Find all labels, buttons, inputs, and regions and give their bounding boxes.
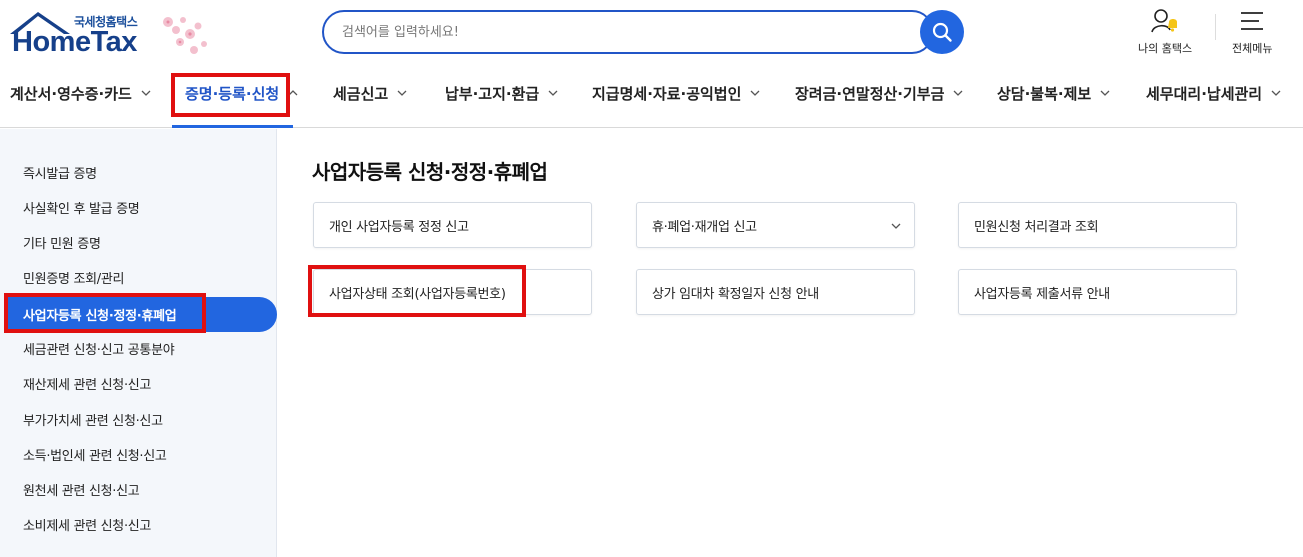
sidebar-item-label: 즉시발급 증명	[23, 167, 97, 182]
gnb-item-tax-filing[interactable]: 세금신고	[333, 70, 408, 116]
card-individual-registration-correction[interactable]: 개인 사업자등록 정정 신고	[313, 202, 592, 248]
gnb-item-label: 세무대리·납세관리	[1146, 84, 1263, 103]
sidebar-item-business-registration[interactable]: 사업자등록 신청·정정·휴폐업	[5, 297, 277, 332]
global-navigation: 계산서·영수증·카드 증명·등록·신청 세금신고 납부·고지·환급 지급명세·자…	[0, 70, 1303, 128]
sidebar-item-withholding-tax[interactable]: 원천세 관련 신청·신고	[0, 472, 277, 507]
gnb-item-invoice-receipt-card[interactable]: 계산서·영수증·카드	[10, 70, 152, 116]
gnb-item-payment-notice-refund[interactable]: 납부·고지·환급	[445, 70, 559, 116]
chevron-down-icon	[953, 90, 963, 96]
gnb-active-underline	[172, 125, 293, 128]
gnb-item-payment-statement-data[interactable]: 지급명세·자료·공익법인	[592, 70, 761, 116]
search-button[interactable]	[920, 10, 964, 54]
sidebar-item-label: 원천세 관련 신청·신고	[23, 484, 140, 499]
gnb-item-certificate-registration-application[interactable]: 증명·등록·신청	[185, 70, 299, 116]
chevron-down-icon	[548, 90, 558, 96]
card-suspension-closure-reopening[interactable]: 휴·폐업·재개업 신고	[636, 202, 915, 248]
my-hometax-button[interactable]: 나의 홈택스	[1138, 8, 1192, 56]
gnb-item-label: 세금신고	[333, 84, 389, 103]
sidebar-item-vat[interactable]: 부가가치세 관련 신청·신고	[0, 402, 277, 437]
sidebar-item-consumption-tax[interactable]: 소비제세 관련 신청·신고	[0, 507, 277, 542]
gnb-item-incentive-yearend-donation[interactable]: 장려금·연말정산·기부금	[795, 70, 964, 116]
card-label: 개인 사업자등록 정정 신고	[329, 219, 469, 235]
card-label: 사업자상태 조회(사업자등록번호)	[329, 286, 506, 302]
my-hometax-label: 나의 홈택스	[1138, 42, 1193, 55]
sidebar-item-certificate-lookup[interactable]: 민원증명 조회/관리	[0, 260, 277, 295]
card-business-status-lookup[interactable]: 사업자상태 조회(사업자등록번호)	[313, 269, 592, 315]
gnb-item-label: 상담·불복·제보	[997, 84, 1092, 103]
card-application-result-lookup[interactable]: 민원신청 처리결과 조회	[958, 202, 1237, 248]
gnb-item-label: 증명·등록·신청	[185, 84, 280, 103]
sidebar-item-property-tax[interactable]: 재산제세 관련 신청·신고	[0, 366, 277, 401]
sidebar-item-label: 사실확인 후 발급 증명	[23, 202, 140, 217]
header-divider	[1215, 14, 1216, 40]
chevron-down-icon	[397, 90, 407, 96]
search-input[interactable]	[342, 12, 902, 52]
sidebar-item-label: 재산제세 관련 신청·신고	[23, 378, 152, 393]
page-title: 사업자등록 신청·정정·휴폐업	[312, 160, 548, 184]
chevron-down-icon	[1271, 90, 1281, 96]
card-label: 사업자등록 제출서류 안내	[974, 286, 1110, 302]
search-icon	[932, 22, 952, 42]
sidebar-item-label: 부가가치세 관련 신청·신고	[23, 414, 163, 429]
gnb-item-consult-appeal-report[interactable]: 상담·불복·제보	[997, 70, 1111, 116]
gnb-item-tax-agent-management[interactable]: 세무대리·납세관리	[1146, 70, 1282, 116]
hometax-logo[interactable]: 국세청홈택스 HomeTax	[8, 8, 218, 62]
search-box	[322, 10, 934, 54]
gnb-item-label: 납부·고지·환급	[445, 84, 540, 103]
chevron-down-icon	[891, 223, 901, 229]
all-menu-button[interactable]: 전체메뉴	[1232, 8, 1272, 56]
chevron-down-icon	[141, 90, 151, 96]
gnb-item-label: 장려금·연말정산·기부금	[795, 84, 945, 103]
sidebar-item-label: 민원증명 조회/관리	[23, 272, 125, 287]
gnb-item-label: 지급명세·자료·공익법인	[592, 84, 742, 103]
user-bell-icon	[1151, 9, 1178, 33]
chevron-down-icon	[750, 90, 760, 96]
card-label: 휴·폐업·재개업 신고	[652, 219, 757, 235]
search-bar	[322, 10, 964, 54]
sidebar-item-tax-common[interactable]: 세금관련 신청·신고 공통분야	[0, 331, 277, 366]
sidebar-item-label: 사업자등록 신청·정정·휴폐업	[23, 309, 177, 324]
sidebar-item-label: 기타 민원 증명	[23, 237, 101, 252]
card-label: 상가 임대차 확정일자 신청 안내	[652, 286, 819, 302]
sidebar: 즉시발급 증명 사실확인 후 발급 증명 기타 민원 증명 민원증명 조회/관리…	[0, 129, 277, 557]
all-menu-label: 전체메뉴	[1232, 42, 1273, 55]
card-registration-documents-guide[interactable]: 사업자등록 제출서류 안내	[958, 269, 1237, 315]
sidebar-item-other-certificate[interactable]: 기타 민원 증명	[0, 225, 277, 260]
sidebar-item-income-corporate-tax[interactable]: 소득·법인세 관련 신청·신고	[0, 437, 277, 472]
hamburger-menu-icon	[1241, 12, 1264, 30]
sidebar-item-verified-certificate[interactable]: 사실확인 후 발급 증명	[0, 190, 277, 225]
card-lease-fixed-date-guide[interactable]: 상가 임대차 확정일자 신청 안내	[636, 269, 915, 315]
sidebar-item-label: 소비제세 관련 신청·신고	[23, 519, 152, 534]
chevron-up-icon	[288, 90, 298, 96]
gnb-item-label: 계산서·영수증·카드	[10, 84, 132, 103]
card-label: 민원신청 처리결과 조회	[974, 219, 1099, 235]
logo-title: HomeTax	[12, 26, 137, 58]
chevron-down-icon	[1100, 90, 1110, 96]
sidebar-item-instant-certificate[interactable]: 즉시발급 증명	[0, 155, 277, 190]
sidebar-item-label: 소득·법인세 관련 신청·신고	[23, 449, 167, 464]
sidebar-item-label: 세금관련 신청·신고 공통분야	[23, 343, 175, 358]
